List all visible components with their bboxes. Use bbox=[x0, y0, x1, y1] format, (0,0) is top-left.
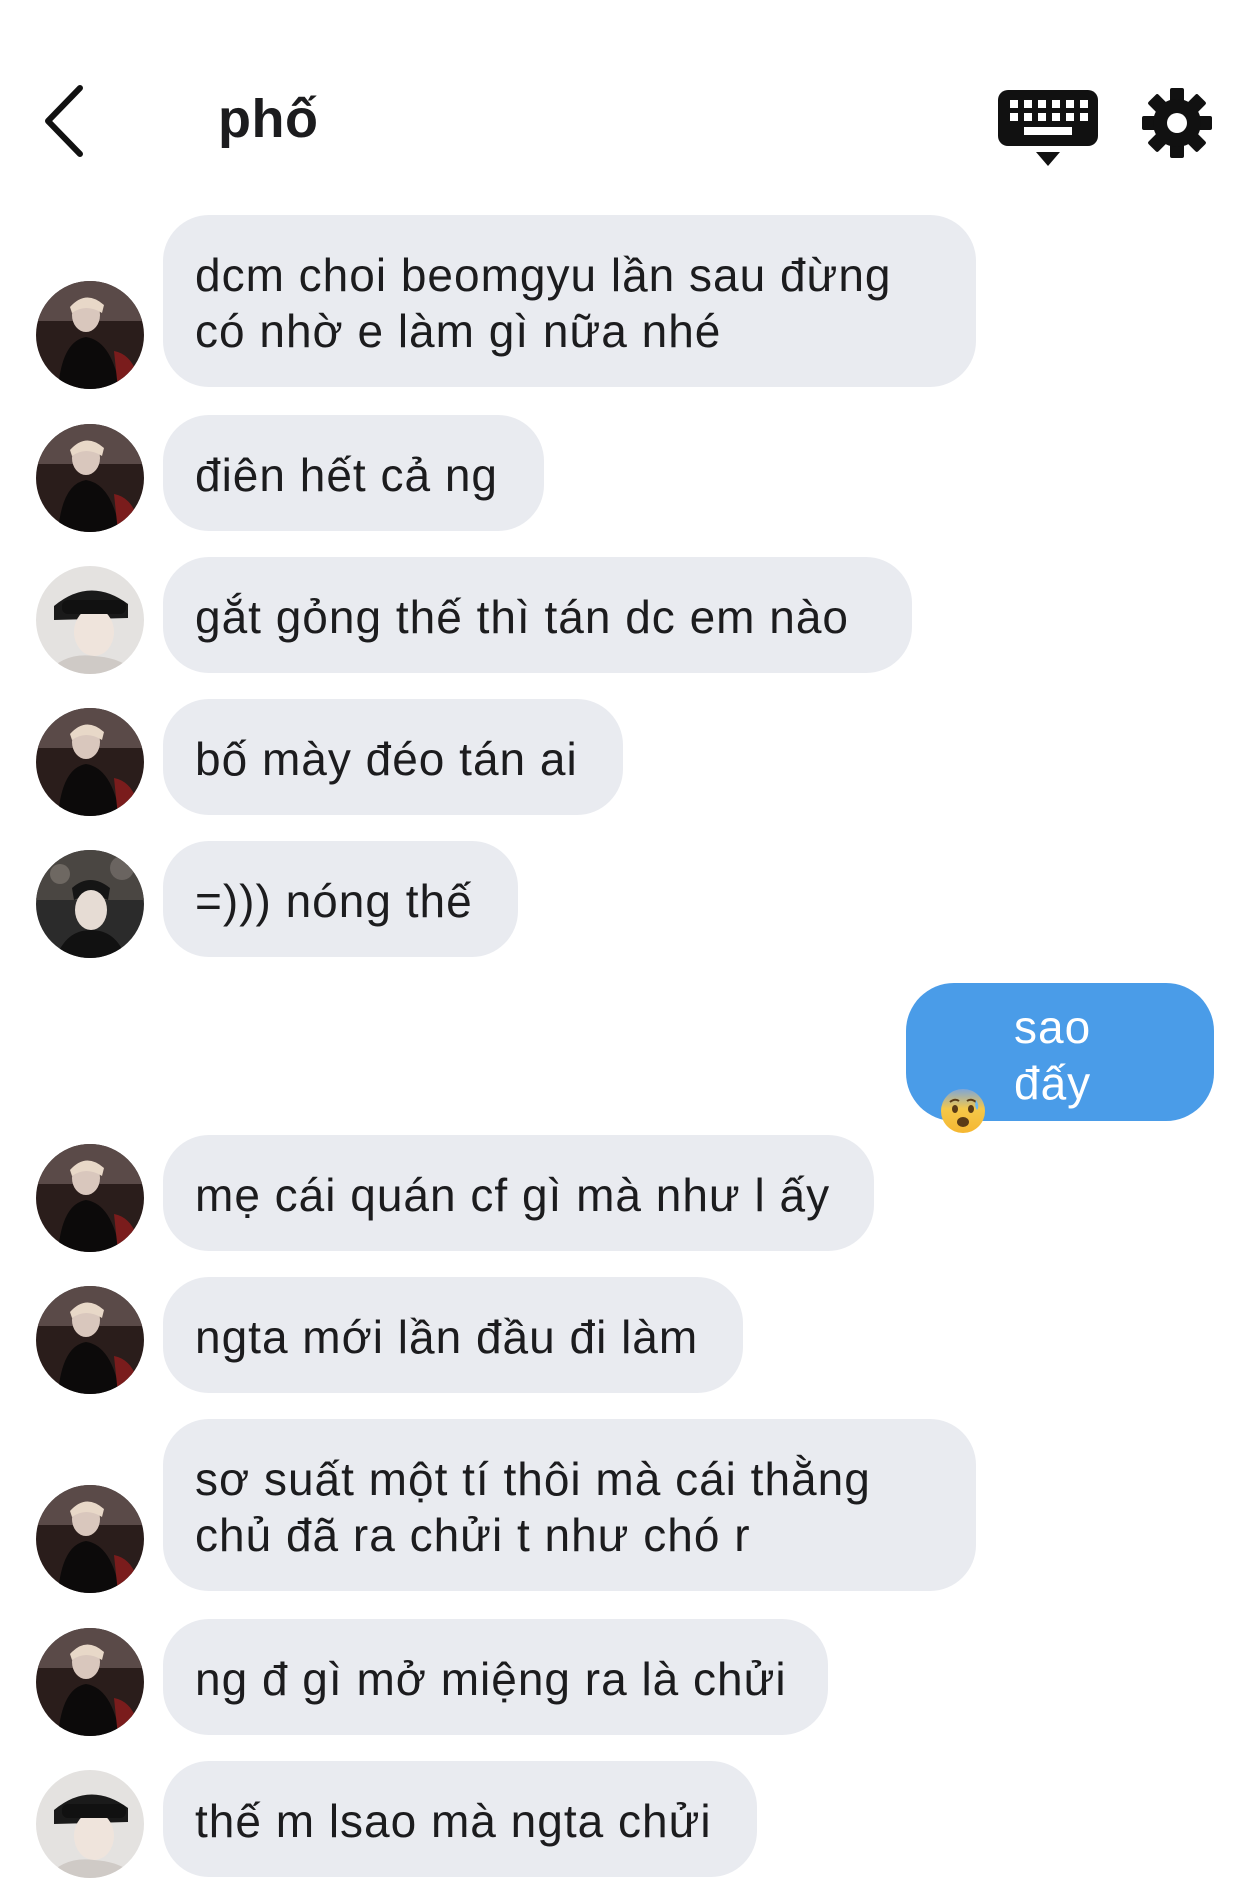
anxious-face-emoji-icon bbox=[940, 1032, 986, 1133]
avatar-friend[interactable] bbox=[36, 1485, 144, 1593]
avatar-friend[interactable] bbox=[36, 281, 144, 389]
chat-screen: phố dcm choi beomgyu lần sau đừng có nhờ… bbox=[0, 0, 1242, 1882]
message-bubble-outgoing[interactable]: sao đấy bbox=[906, 983, 1214, 1133]
message-bubble-incoming[interactable]: sơ suất một tí thôi mà cái thằng chủ đã … bbox=[163, 1419, 976, 1591]
avatar-dark[interactable] bbox=[36, 850, 144, 958]
message-bubble-incoming[interactable]: ngta mới lần đầu đi làm bbox=[163, 1277, 743, 1393]
avatar-friend[interactable] bbox=[36, 424, 144, 532]
message-text: sao đấy bbox=[1014, 1001, 1092, 1109]
avatar-friend[interactable] bbox=[36, 708, 144, 816]
avatar-friend[interactable] bbox=[36, 1628, 144, 1736]
avatar-friend[interactable] bbox=[36, 1144, 144, 1252]
message-bubble-incoming[interactable]: điên hết cả ng bbox=[163, 415, 544, 531]
message-list: dcm choi beomgyu lần sau đừng có nhờ e l… bbox=[0, 0, 1242, 1882]
avatar-headband[interactable] bbox=[36, 566, 144, 674]
message-bubble-incoming[interactable]: ng đ gì mở miệng ra là chửi bbox=[163, 1619, 828, 1735]
message-bubble-incoming[interactable]: dcm choi beomgyu lần sau đừng có nhờ e l… bbox=[163, 215, 976, 387]
message-bubble-incoming[interactable]: bố mày đéo tán ai bbox=[163, 699, 623, 815]
message-bubble-incoming[interactable]: gắt gỏng thế thì tán dc em nào bbox=[163, 557, 912, 673]
message-bubble-incoming[interactable]: =))) nóng thế bbox=[163, 841, 518, 957]
message-bubble-incoming[interactable]: thế m lsao mà ngta chửi bbox=[163, 1761, 757, 1877]
avatar-friend[interactable] bbox=[36, 1286, 144, 1394]
message-bubble-incoming[interactable]: mẹ cái quán cf gì mà như l ấy bbox=[163, 1135, 874, 1251]
avatar-headband[interactable] bbox=[36, 1770, 144, 1878]
